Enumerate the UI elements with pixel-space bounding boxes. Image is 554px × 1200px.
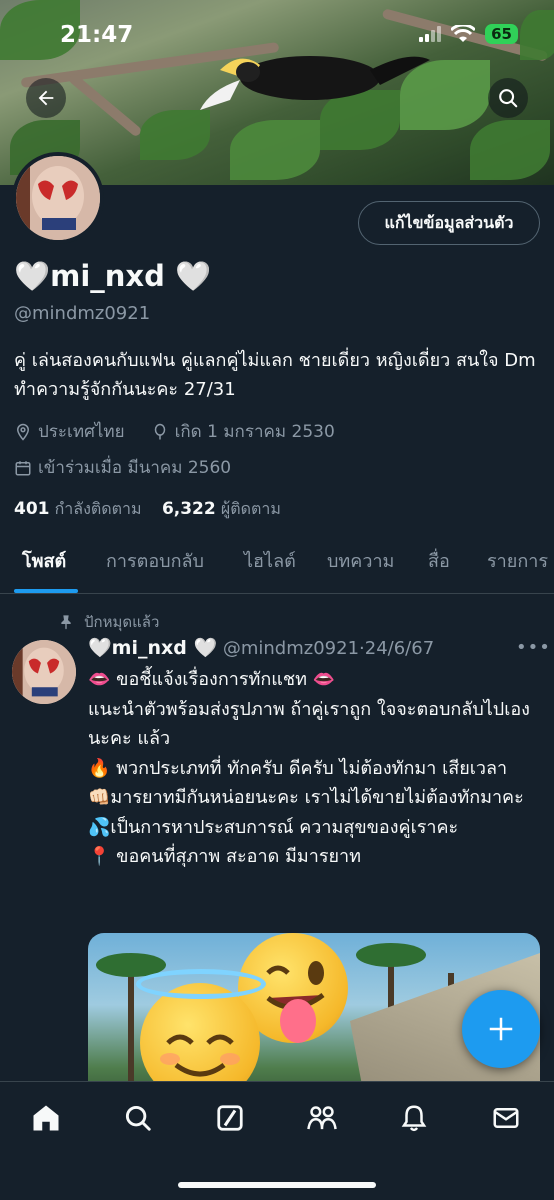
pin-icon <box>61 615 71 630</box>
search-button[interactable] <box>488 78 528 118</box>
mail-icon <box>493 1108 519 1128</box>
status-icons: 65 <box>419 24 518 44</box>
post-date[interactable]: 24/6/67 <box>365 638 434 659</box>
pinned-indicator: ปักหมุดแล้ว <box>58 610 159 634</box>
edit-profile-button[interactable]: แก้ไขข้อมูลส่วนตัว <box>358 201 540 245</box>
profile-meta-row-2: เข้าร่วมเมื่อ มีนาคม 2560 <box>14 454 231 481</box>
home-icon <box>33 1105 59 1131</box>
following-label: กำลังติดตาม <box>54 499 142 518</box>
followers-count: 6,322 <box>161 499 216 519</box>
back-button[interactable] <box>26 78 66 118</box>
tab-posts[interactable]: โพสต์ <box>22 540 66 593</box>
follow-stats: 401 กำลังติดตาม 6,322 ผู้ติดตาม <box>14 497 281 522</box>
profile-handle: @mindmz0921 <box>14 303 151 324</box>
post-line: 👊🏻มารยาทมีกันหน่อยนะคะ เราไม่ได้ขายไม่ต้… <box>88 787 524 808</box>
profile-avatar[interactable] <box>12 152 104 244</box>
location-pin-icon <box>16 423 30 441</box>
profile-display-name: 🤍mi_nxd 🤍 <box>14 259 212 293</box>
tab-replies[interactable]: การตอบกลับ <box>106 540 204 593</box>
status-time: 21:47 <box>60 22 134 48</box>
plus-icon <box>489 1017 513 1041</box>
post-author-avatar[interactable] <box>12 640 76 704</box>
pinned-label: ปักหมุดแล้ว <box>84 613 160 631</box>
post-avatar-image <box>12 640 76 704</box>
nav-notifications[interactable] <box>398 1102 430 1134</box>
bell-icon <box>401 1105 427 1132</box>
tab-lists[interactable]: รายการ <box>487 540 548 593</box>
tab-articles[interactable]: บทความ <box>327 540 394 593</box>
profile-birthday: เกิด 1 มกราคม 2530 <box>174 422 335 442</box>
nav-grok[interactable] <box>214 1102 246 1134</box>
search-icon <box>499 89 518 108</box>
communities-icon <box>307 1106 337 1130</box>
post-line: 💦เป็นการหาประสบการณ์ ความสุขของคู่เราคะ <box>88 816 459 838</box>
followers-link[interactable]: 6,322 ผู้ติดตาม <box>161 499 281 519</box>
profile-meta-row-1: ประเทศไทย เกิด 1 มกราคม 2530 <box>14 418 335 445</box>
avatar-image <box>16 156 100 240</box>
post-header: 🤍mi_nxd 🤍 @mindmz0921·24/6/67 <box>88 636 434 659</box>
status-bar: 21:47 65 <box>0 22 554 52</box>
following-count: 401 <box>14 499 50 519</box>
battery-indicator: 65 <box>485 24 518 44</box>
profile-tabs: โพสต์ การตอบกลับ ไฮไลต์ บทความ สื่อ รายก… <box>0 540 554 594</box>
nav-search[interactable] <box>122 1102 154 1134</box>
tab-highlights[interactable]: ไฮไลต์ <box>244 540 296 593</box>
post-line: แนะนำตัวพร้อมส่งรูปภาพ ถ้าคู่เราถูก ใจจะ… <box>88 698 530 750</box>
profile-location: ประเทศไทย <box>38 422 125 442</box>
followers-label: ผู้ติดตาม <box>220 499 281 518</box>
home-indicator[interactable] <box>178 1182 376 1188</box>
post-body[interactable]: 👄 ขอชี้แจ้งเรื่องการทักแชท 👄 แนะนำตัวพร้… <box>88 665 538 872</box>
grok-icon <box>217 1105 243 1131</box>
nav-messages[interactable] <box>490 1102 522 1134</box>
post-line: 🔥 พวกประเภทที่ ทักครับ ดีครับ ไม่ต้องทัก… <box>88 757 508 779</box>
back-arrow-icon <box>38 90 54 106</box>
following-link[interactable]: 401 กำลังติดตาม <box>14 499 142 519</box>
profile-bio: คู่ เล่นสองคนกับแฟน คู่แลกคู่ไม่แลก ชายเ… <box>14 350 536 400</box>
tab-media[interactable]: สื่อ <box>428 540 450 593</box>
post-author-name[interactable]: 🤍mi_nxd 🤍 <box>88 637 217 659</box>
nav-home[interactable] <box>30 1102 62 1134</box>
nav-communities[interactable] <box>306 1102 338 1134</box>
active-tab-indicator <box>14 589 78 593</box>
balloon-icon <box>154 423 165 439</box>
compose-button[interactable] <box>462 990 540 1068</box>
post-line: 📍 ขอคนที่สุภาพ สะอาด มีมารยาท <box>88 846 362 867</box>
post-more-button[interactable]: ••• <box>516 637 551 658</box>
calendar-icon <box>15 460 31 475</box>
post-line: 👄 ขอชี้แจ้งเรื่องการทักแชท 👄 <box>88 669 336 690</box>
profile-joined: เข้าร่วมเมื่อ มีนาคม 2560 <box>38 458 232 478</box>
signal-icon <box>419 26 442 42</box>
post-author-handle[interactable]: @mindmz0921 <box>223 638 359 659</box>
wifi-icon <box>451 25 476 42</box>
search-icon <box>125 1105 151 1131</box>
